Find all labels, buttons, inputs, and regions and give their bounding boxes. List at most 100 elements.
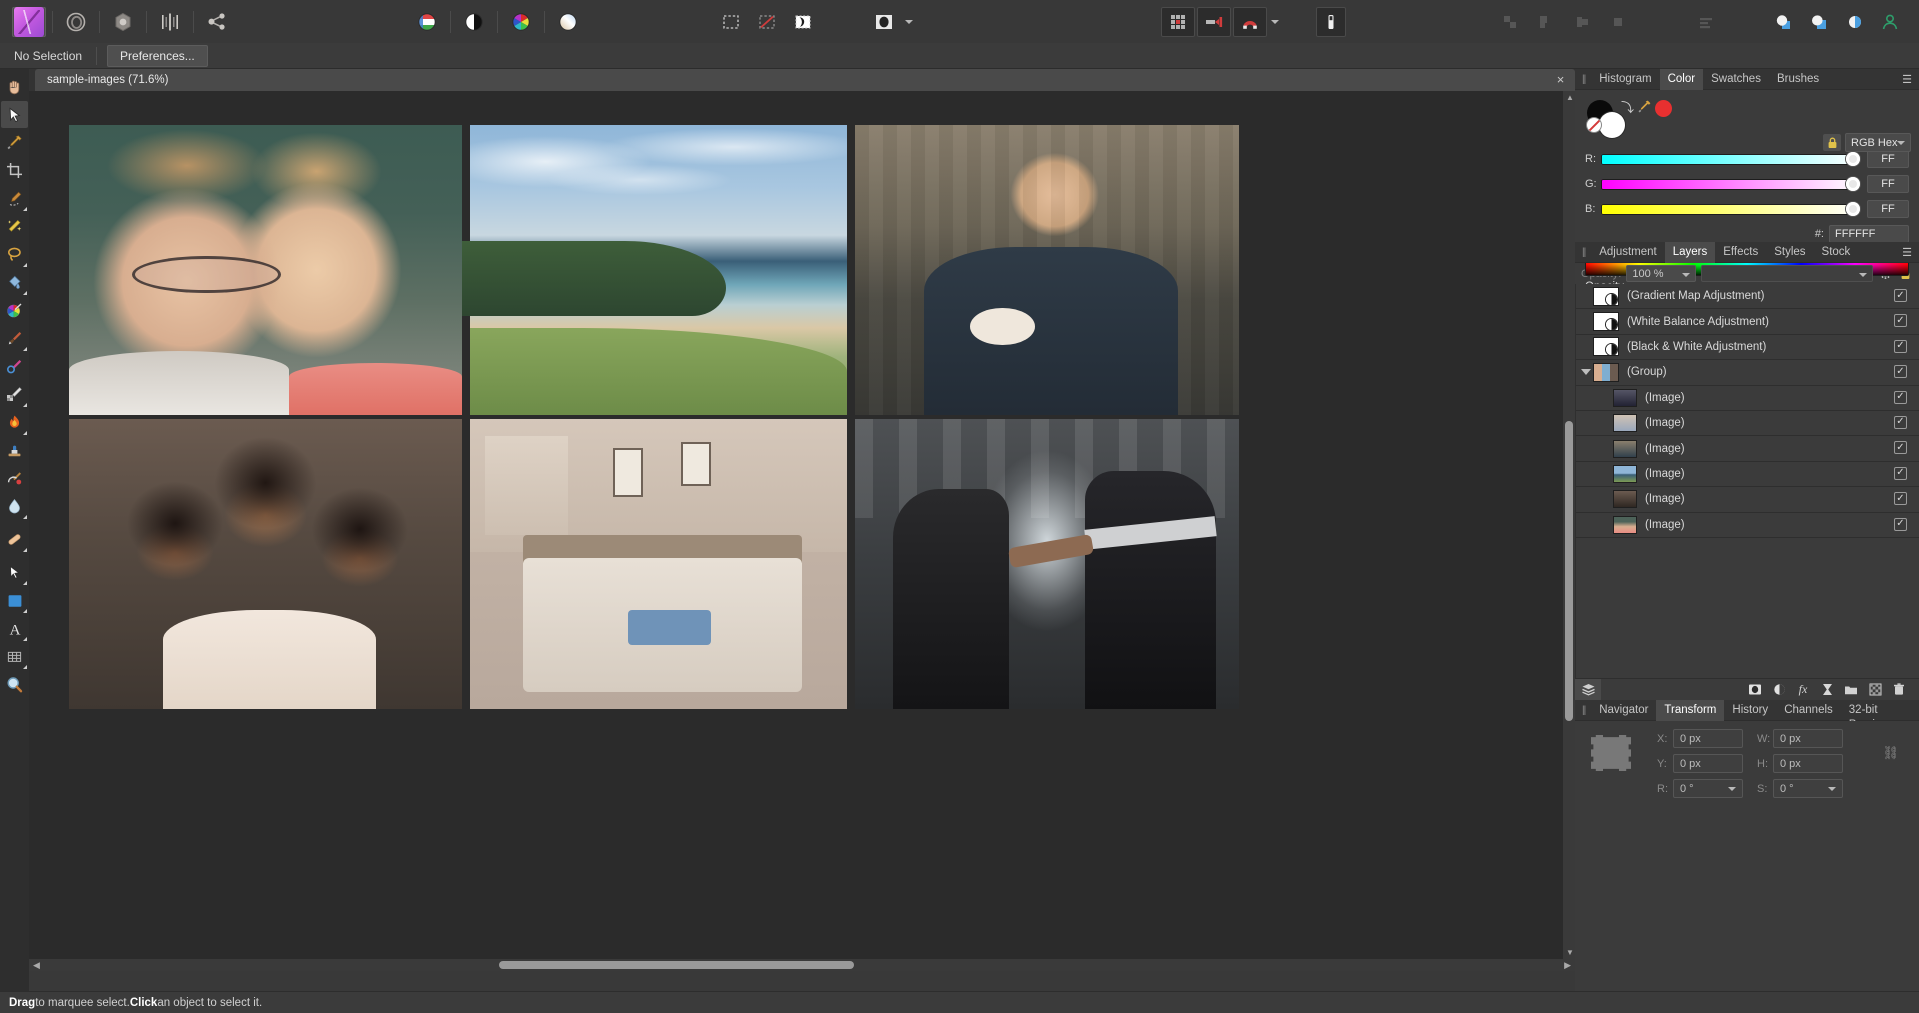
layer-visibility-checkbox[interactable]: ✓ (1894, 415, 1907, 429)
magnet-button[interactable] (1233, 6, 1268, 37)
freehand-select-tool[interactable] (1, 241, 28, 268)
channel-value-b[interactable]: FF (1867, 200, 1909, 218)
scroll-left-icon[interactable]: ◀ (33, 960, 40, 971)
recent-color-swatch[interactable] (1655, 100, 1672, 117)
layer-visibility-checkbox[interactable]: ✓ (1894, 289, 1907, 302)
link-ratio-icon[interactable]: ⛓ (1882, 745, 1899, 761)
deselect-button[interactable] (750, 7, 784, 37)
layer-row[interactable]: (Group) ✓ (1575, 360, 1919, 386)
mirror-view-button[interactable] (457, 7, 491, 37)
paint-brush-tool[interactable] (1, 325, 28, 352)
slider-knob[interactable] (1846, 176, 1860, 191)
arrange-button[interactable] (1691, 7, 1722, 37)
tab-brushes[interactable]: Brushes (1769, 69, 1827, 90)
image-subway-handshake[interactable] (847, 415, 1239, 709)
tab-stock[interactable]: Stock (1814, 242, 1859, 263)
tab-32bit-preview[interactable]: 32-bit Preview (1841, 700, 1919, 731)
view-tool[interactable] (1, 73, 28, 100)
node-tool[interactable] (1, 559, 28, 586)
boolean-intersect-button[interactable] (1838, 7, 1872, 37)
export-persona-button[interactable] (200, 7, 234, 37)
align-left-button[interactable] (1493, 7, 1527, 37)
scroll-down-icon[interactable]: ▼ (1566, 948, 1574, 957)
new-pixel-layer-icon[interactable] (1863, 679, 1887, 700)
crop-tool[interactable] (1, 157, 28, 184)
layer-visibility-checkbox[interactable]: ✓ (1894, 466, 1907, 480)
scroll-right-icon[interactable]: ▶ (1564, 960, 1571, 971)
layers-scrollbar[interactable] (1575, 284, 1576, 678)
photo-persona-button[interactable] (11, 6, 46, 37)
adjustment-layer-icon[interactable] (1767, 679, 1791, 700)
s-field[interactable]: 0 ° (1773, 779, 1843, 798)
tab-histogram[interactable]: Histogram (1591, 69, 1659, 90)
color-wheel-button[interactable] (504, 7, 538, 37)
w-field[interactable]: 0 px (1773, 729, 1843, 748)
rectangle-tool[interactable] (1, 587, 28, 614)
canvas-vertical-scrollbar[interactable]: ▲ ▼ (1563, 91, 1575, 959)
flood-select-tool[interactable] (1, 213, 28, 240)
scrollbar-thumb[interactable] (499, 961, 854, 969)
snap-to-edge-button[interactable] (1197, 6, 1232, 37)
layer-visibility-checkbox[interactable]: ✓ (1894, 314, 1907, 328)
panel-menu-icon[interactable]: ☰ (1902, 73, 1912, 86)
layer-row[interactable]: (Image) ✓ (1575, 462, 1919, 488)
h-field[interactable]: 0 px (1773, 754, 1843, 773)
y-field[interactable]: 0 px (1673, 754, 1743, 773)
image-man-coffee[interactable] (847, 125, 1239, 415)
channel-slider-b[interactable] (1601, 201, 1860, 216)
account-button[interactable] (1874, 7, 1905, 37)
tab-channels[interactable]: Channels (1776, 700, 1841, 721)
layer-row[interactable]: (Image) ✓ (1575, 513, 1919, 538)
tab-color[interactable]: Color (1659, 68, 1704, 90)
color-mode-select[interactable]: RGB Hex (1845, 133, 1911, 152)
tab-layers[interactable]: Layers (1664, 241, 1716, 263)
flood-fill-tool[interactable] (1, 269, 28, 296)
artistic-text-tool[interactable]: A (1, 615, 28, 642)
group-folder-icon[interactable] (1839, 679, 1863, 700)
live-filter-icon[interactable] (1815, 679, 1839, 700)
hex-input[interactable]: FFFFFF (1829, 225, 1909, 243)
layer-row[interactable]: (Image) ✓ (1575, 411, 1919, 437)
tab-history[interactable]: History (1724, 700, 1776, 721)
layer-row[interactable]: (Gradient Map Adjustment) ✓ (1575, 284, 1919, 310)
slider-knob[interactable] (1846, 151, 1860, 166)
colour-picker-tool[interactable] (1, 129, 28, 156)
channel-slider-r[interactable] (1601, 151, 1860, 166)
boolean-add-button[interactable] (1766, 7, 1800, 37)
close-icon[interactable]: × (1554, 73, 1567, 86)
panel-grip-icon[interactable]: || (1575, 74, 1591, 85)
move-tool[interactable] (1, 101, 28, 128)
layer-visibility-checkbox[interactable]: ✓ (1894, 390, 1907, 404)
align-right-button[interactable] (1565, 7, 1599, 37)
erase-brush-tool[interactable] (1, 381, 28, 408)
develop-persona-button[interactable] (106, 7, 140, 37)
layers-list[interactable]: (Gradient Map Adjustment) ✓ (White Balance… (1575, 284, 1919, 678)
mask-dropdown-button[interactable] (902, 7, 916, 37)
delete-layer-icon[interactable] (1887, 679, 1911, 700)
channel-slider-g[interactable] (1601, 176, 1860, 191)
paint-mixer-tool[interactable] (1, 353, 28, 380)
tab-swatches[interactable]: Swatches (1703, 69, 1769, 90)
document-tab[interactable]: sample-images (71.6%) × (35, 69, 1575, 91)
magnet-dropdown-button[interactable] (1268, 7, 1282, 37)
r-field[interactable]: 0 ° (1673, 779, 1743, 798)
fx-layer-icon[interactable]: fx (1791, 679, 1815, 700)
split-view-button[interactable] (410, 7, 444, 37)
refine-selection-button[interactable] (786, 7, 820, 37)
align-center-button[interactable] (1529, 7, 1563, 37)
layer-row[interactable]: (Image) ✓ (1575, 487, 1919, 513)
eyedropper-icon[interactable] (1637, 99, 1652, 117)
image-three-friends[interactable] (69, 415, 462, 709)
image-bedroom[interactable] (462, 415, 847, 709)
gradient-tool[interactable] (1, 297, 28, 324)
x-field[interactable]: 0 px (1673, 729, 1743, 748)
smudge-brush-tool[interactable] (1, 493, 28, 520)
channel-value-g[interactable]: FF (1867, 175, 1909, 193)
anchor-point-icon[interactable] (1591, 735, 1631, 771)
scroll-up-icon[interactable]: ▲ (1566, 93, 1574, 102)
zoom-tool[interactable] (1, 671, 28, 698)
preferences-button[interactable]: Preferences... (107, 44, 208, 67)
blend-mode-select[interactable] (1701, 265, 1873, 282)
distribute-button[interactable] (1601, 7, 1635, 37)
tab-styles[interactable]: Styles (1766, 242, 1813, 263)
